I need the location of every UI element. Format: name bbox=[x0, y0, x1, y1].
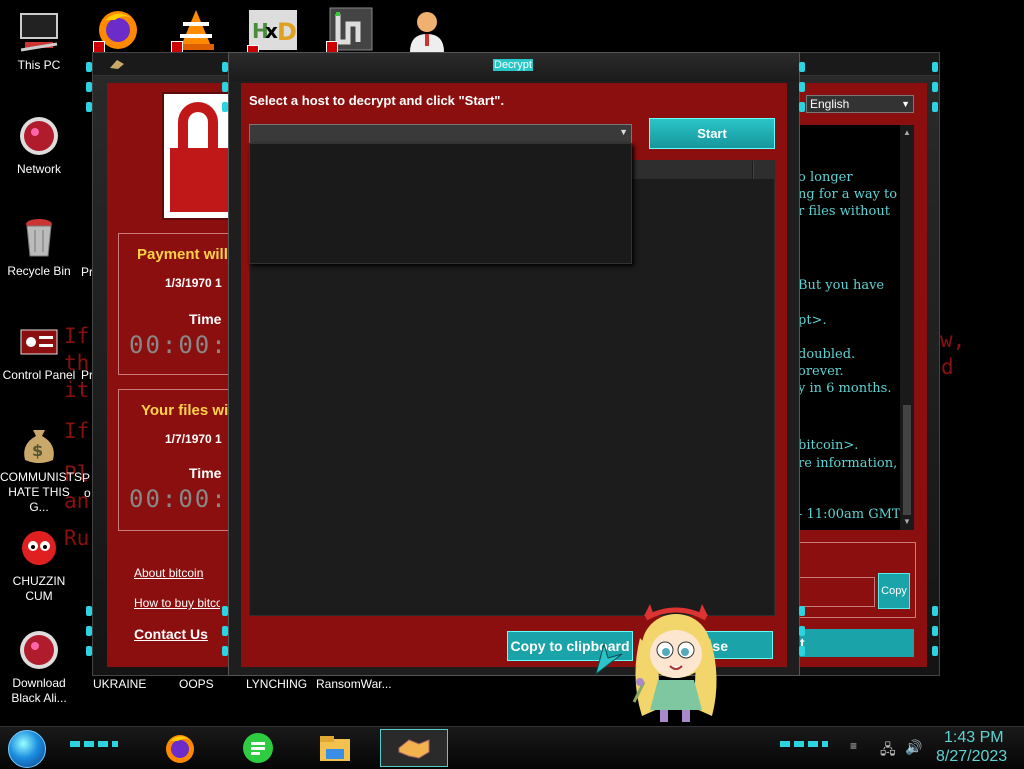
frame-decoration bbox=[799, 102, 805, 112]
hxd-desktop-icon[interactable]: HxD bbox=[247, 10, 297, 57]
frame-decoration bbox=[222, 102, 228, 112]
frame-decoration bbox=[932, 102, 938, 112]
desktop-icon-this-pc[interactable]: This PC bbox=[0, 10, 78, 73]
desktop-icon-label-ukraine[interactable]: UKRAINE bbox=[93, 677, 146, 691]
desktop-icon-download[interactable]: Download Black Ali... bbox=[0, 628, 78, 706]
volume-tray-icon[interactable]: 🔊 bbox=[905, 739, 922, 756]
frame-decoration bbox=[799, 62, 805, 72]
doctor-app-desktop-icon[interactable] bbox=[404, 6, 450, 52]
desktop-icon-label-ransomware[interactable]: RansomWar... bbox=[316, 677, 392, 691]
payment-raise-date: 1/3/1970 1 bbox=[165, 276, 222, 290]
cartoon-mascot-image bbox=[632, 604, 717, 722]
taskbar: 🖧 🔊 ≡ 1:43 PM 8/27/2023 bbox=[0, 726, 1024, 769]
frame-decoration bbox=[932, 606, 938, 616]
frame-decoration bbox=[222, 82, 228, 92]
scroll-down-icon[interactable]: ▼ bbox=[900, 516, 914, 528]
desktop-icon-chuzzle[interactable]: CHUZZIN CUM bbox=[0, 526, 78, 604]
app-key-icon bbox=[110, 60, 124, 69]
frame-decoration bbox=[222, 626, 228, 636]
mouse-cursor-icon bbox=[595, 642, 623, 676]
notes-app-taskbar-icon[interactable] bbox=[241, 731, 275, 765]
files-lost-date: 1/7/1970 1 bbox=[165, 432, 222, 446]
taskbar-clock-date[interactable]: 8/27/2023 bbox=[936, 748, 1007, 766]
list-column-header[interactable] bbox=[631, 161, 752, 179]
firefox-taskbar-icon[interactable] bbox=[163, 731, 197, 765]
frame-decoration bbox=[86, 102, 92, 112]
ransom-message-text: o longer ng for a way to r files without… bbox=[798, 125, 900, 530]
frame-decoration bbox=[932, 82, 938, 92]
desktop-icon-recycle-bin[interactable]: Recycle Bin bbox=[0, 216, 78, 279]
frame-decoration bbox=[799, 646, 805, 656]
taskbar-clock-time[interactable]: 1:43 PM bbox=[944, 729, 1004, 747]
network-tray-icon[interactable]: 🖧 bbox=[880, 739, 896, 763]
file-explorer-taskbar-icon[interactable] bbox=[318, 731, 352, 765]
desktop-icon-label-lynching[interactable]: LYNCHING bbox=[246, 677, 307, 691]
chevron-down-icon: ▼ bbox=[619, 127, 628, 137]
files-lost-panel: Your files wi 1/7/1970 1 Time 00:00: bbox=[118, 389, 232, 531]
decrypt-instruction: Select a host to decrypt and click "Star… bbox=[249, 93, 505, 108]
handshake-icon bbox=[398, 739, 430, 759]
frame-decoration bbox=[222, 646, 228, 656]
files-lost-title: Your files wi bbox=[141, 402, 229, 419]
maze-app-desktop-icon[interactable] bbox=[326, 6, 374, 53]
payment-raise-title: Payment will bbox=[137, 246, 228, 263]
decrypt-titlebar[interactable]: Decrypt bbox=[229, 53, 799, 81]
chevron-down-icon: ▼ bbox=[901, 99, 910, 109]
decrypt-title: Decrypt bbox=[493, 59, 533, 71]
svg-text:D: D bbox=[277, 18, 297, 46]
frame-decoration bbox=[799, 82, 805, 92]
countdown-timer: 00:00: bbox=[129, 485, 228, 513]
host-dropdown-list[interactable] bbox=[249, 143, 632, 264]
check-payment-button[interactable]: t bbox=[798, 629, 914, 657]
scroll-up-icon[interactable]: ▲ bbox=[900, 127, 914, 139]
bitcoin-address-field[interactable] bbox=[798, 577, 875, 607]
frame-decoration bbox=[799, 606, 805, 616]
active-app-taskbar-button[interactable] bbox=[380, 729, 448, 767]
host-select-dropdown[interactable]: ▼ bbox=[249, 124, 632, 144]
background-ransom-text-right: w, d bbox=[940, 328, 966, 379]
about-bitcoin-link[interactable]: About bitcoin bbox=[134, 566, 203, 580]
time-left-label: Time bbox=[189, 311, 222, 327]
tray-expand-icon[interactable]: ≡ bbox=[850, 739, 857, 753]
start-button[interactable]: Start bbox=[649, 118, 775, 149]
list-column-header[interactable] bbox=[753, 161, 774, 179]
desktop-icon-label-oops[interactable]: OOPS bbox=[179, 677, 214, 691]
firefox-desktop-icon[interactable] bbox=[93, 6, 141, 53]
copy-address-button[interactable]: Copy bbox=[878, 573, 910, 609]
frame-decoration bbox=[86, 646, 92, 656]
payment-raise-panel: Payment will 1/3/1970 1 Time 00:00: bbox=[118, 233, 232, 375]
scrollbar-thumb[interactable] bbox=[903, 405, 911, 515]
countdown-timer: 00:00: bbox=[129, 331, 228, 359]
frame-decoration bbox=[932, 646, 938, 656]
message-scrollbar[interactable]: ▲ ▼ bbox=[900, 125, 914, 530]
taskbar-decoration bbox=[70, 741, 118, 747]
how-to-buy-bitcoin-link[interactable]: How to buy bitcoin bbox=[134, 596, 220, 610]
start-button[interactable] bbox=[8, 730, 46, 768]
frame-decoration bbox=[86, 62, 92, 72]
frame-decoration bbox=[222, 62, 228, 72]
frame-decoration bbox=[799, 626, 805, 636]
frame-decoration bbox=[222, 606, 228, 616]
frame-decoration bbox=[86, 606, 92, 616]
lock-icon bbox=[178, 102, 218, 154]
frame-decoration bbox=[932, 62, 938, 72]
desktop-icon-money-bag[interactable]: $ COMMUNISTS HATE THIS G... bbox=[0, 422, 82, 515]
contact-us-link[interactable]: Contact Us bbox=[134, 626, 208, 642]
time-left-label: Time bbox=[189, 465, 222, 481]
frame-decoration bbox=[86, 626, 92, 636]
language-select[interactable]: English ▼ bbox=[806, 95, 914, 113]
desktop-icon-control-panel[interactable]: Control Panel bbox=[0, 320, 78, 383]
frame-decoration bbox=[932, 626, 938, 636]
vlc-desktop-icon[interactable] bbox=[171, 6, 219, 53]
partial-desktop-label: o bbox=[84, 486, 91, 500]
frame-decoration bbox=[86, 82, 92, 92]
taskbar-decoration bbox=[780, 741, 828, 747]
desktop-icon-network[interactable]: Network bbox=[0, 114, 78, 177]
partial-desktop-label: P bbox=[82, 471, 91, 485]
svg-text:$: $ bbox=[32, 441, 43, 460]
